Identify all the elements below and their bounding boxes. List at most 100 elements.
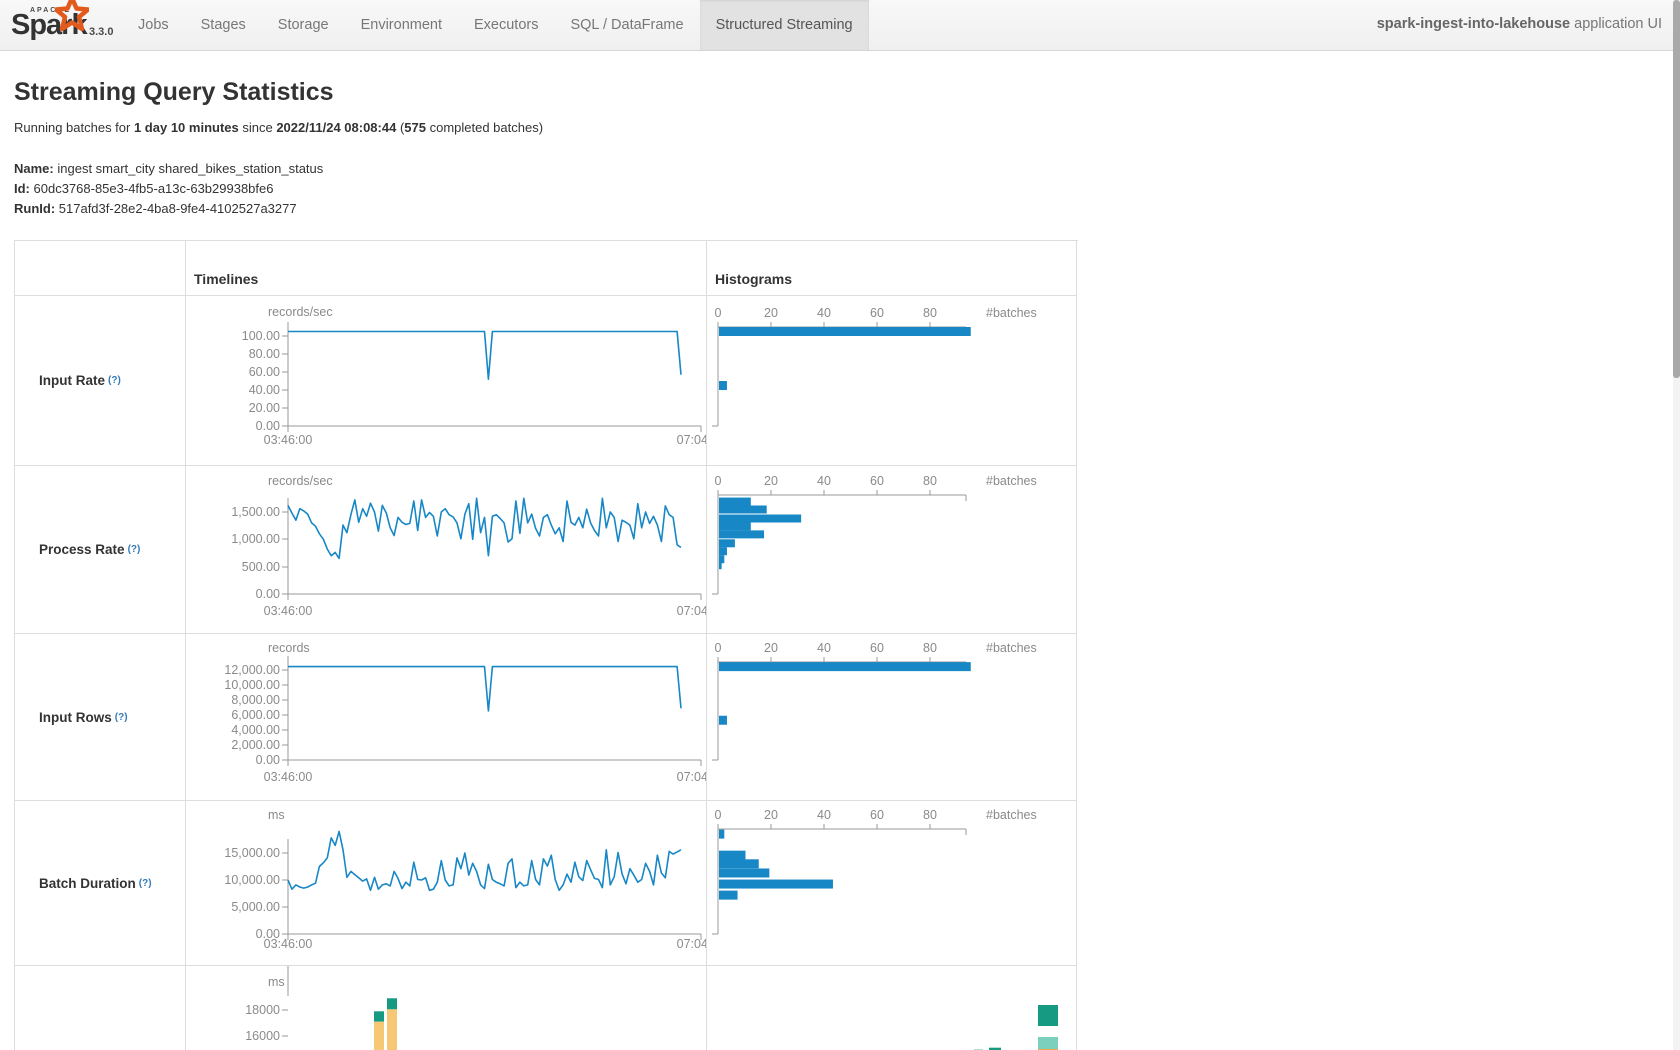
svg-text:07:04:00: 07:04:00 [677, 937, 707, 951]
page-title: Streaming Query Statistics [14, 78, 1680, 107]
tab-structured-streaming[interactable]: Structured Streaming [700, 0, 869, 50]
svg-text:07:04:00: 07:04:00 [677, 770, 707, 784]
batch-duration-histogram-chart: 020406080#batches [707, 801, 1077, 966]
operation-duration-histogram-cell [707, 966, 1077, 1050]
svg-text:03:46:00: 03:46:00 [264, 433, 313, 447]
row-label-operation-duration [15, 966, 186, 1050]
svg-text:80: 80 [923, 641, 937, 655]
operation-duration-timeline-cell: ms180001600014000 [186, 966, 707, 1050]
input-rate-histogram-cell: 020406080#batches [707, 296, 1077, 466]
svg-text:80: 80 [923, 474, 937, 488]
query-name: ingest smart_city shared_bikes_station_s… [54, 161, 324, 176]
running-duration: 1 day 10 minutes [134, 120, 239, 135]
svg-text:40: 40 [817, 306, 831, 320]
row-label-input-rate: Input Rate(?) [15, 296, 186, 466]
svg-text:16000: 16000 [245, 1029, 280, 1043]
svg-text:18000: 18000 [245, 1003, 280, 1017]
page-content: Streaming Query Statistics Running batch… [0, 78, 1680, 1050]
input-rows-help-link[interactable]: (?) [115, 712, 128, 723]
svg-text:8,000.00: 8,000.00 [231, 693, 280, 707]
scrollbar-thumb[interactable] [1673, 0, 1680, 378]
svg-text:records/sec: records/sec [268, 474, 333, 488]
svg-text:80: 80 [923, 808, 937, 822]
svg-text:6,000.00: 6,000.00 [231, 708, 280, 722]
svg-text:40: 40 [817, 808, 831, 822]
operation-duration-timeline-chart: ms180001600014000 [186, 966, 707, 1050]
batch-duration-help-link[interactable]: (?) [139, 878, 152, 889]
input-rows-label: Input Rows [39, 710, 112, 725]
svg-text:records/sec: records/sec [268, 305, 333, 319]
tab-environment[interactable]: Environment [345, 0, 458, 50]
running-batches-line: Running batches for 1 day 10 minutes sin… [14, 120, 1680, 135]
batch-duration-histogram-cell: 020406080#batches [707, 801, 1077, 966]
tab-jobs[interactable]: Jobs [122, 0, 185, 50]
svg-text:#batches: #batches [986, 641, 1037, 655]
svg-text:60: 60 [870, 808, 884, 822]
tab-stages[interactable]: Stages [185, 0, 262, 50]
completed-batches-count: 575 [404, 120, 426, 135]
svg-text:20: 20 [764, 306, 778, 320]
batch-duration-timeline-chart: ms15,000.0010,000.005,000.000.0003:46:00… [186, 801, 707, 966]
svg-text:0: 0 [715, 808, 722, 822]
svg-text:15,000.00: 15,000.00 [224, 846, 280, 860]
query-meta: Name: ingest smart_city shared_bikes_sta… [14, 159, 1680, 219]
svg-text:40: 40 [817, 474, 831, 488]
svg-text:#batches: #batches [986, 474, 1037, 488]
svg-text:12,000.00: 12,000.00 [224, 663, 280, 677]
svg-text:40.00: 40.00 [249, 383, 280, 397]
input-rate-label: Input Rate [39, 373, 105, 388]
svg-text:03:46:00: 03:46:00 [264, 937, 313, 951]
app-name: spark-ingest-into-lakehouse [1377, 16, 1570, 32]
svg-text:0: 0 [715, 474, 722, 488]
tab-storage[interactable]: Storage [262, 0, 345, 50]
svg-text:0.00: 0.00 [256, 419, 280, 433]
svg-text:07:04:00: 07:04:00 [677, 604, 707, 618]
svg-text:0: 0 [715, 641, 722, 655]
svg-text:20.00: 20.00 [249, 401, 280, 415]
input-rows-histogram-cell: 020406080#batches [707, 634, 1077, 801]
svg-text:4,000.00: 4,000.00 [231, 723, 280, 737]
input-rate-help-link[interactable]: (?) [108, 375, 121, 386]
svg-text:10,000.00: 10,000.00 [224, 678, 280, 692]
svg-text:60.00: 60.00 [249, 365, 280, 379]
query-runid-line: RunId: 517afd3f-28e2-4ba8-9fe4-4102527a3… [14, 199, 1680, 219]
svg-text:20: 20 [764, 808, 778, 822]
tab-executors[interactable]: Executors [458, 0, 554, 50]
process-rate-timeline-cell: records/sec1,500.001,000.00500.000.0003:… [186, 466, 707, 634]
svg-text:07:04:00: 07:04:00 [677, 433, 707, 447]
process-rate-help-link[interactable]: (?) [128, 544, 141, 555]
header-empty [15, 241, 186, 296]
svg-text:ms: ms [268, 975, 285, 989]
svg-text:10,000.00: 10,000.00 [224, 873, 280, 887]
svg-text:80: 80 [923, 306, 937, 320]
spark-star-icon [55, 0, 89, 33]
svg-text:5,000.00: 5,000.00 [231, 900, 280, 914]
input-rate-timeline-cell: records/sec100.0080.0060.0040.0020.000.0… [186, 296, 707, 466]
query-id-line: Id: 60dc3768-85e3-4fb5-a13c-63b29938bfe6 [14, 179, 1680, 199]
input-rate-histogram-chart: 020406080#batches [707, 296, 1077, 466]
svg-text:100.00: 100.00 [242, 329, 280, 343]
svg-text:records: records [268, 641, 310, 655]
statistics-table: Timelines Histograms Input Rate(?)record… [14, 240, 1078, 1050]
svg-text:20: 20 [764, 641, 778, 655]
svg-text:0: 0 [715, 306, 722, 320]
query-id: 60dc3768-85e3-4fb5-a13c-63b29938bfe6 [30, 181, 274, 196]
spark-logo: APACHE Spark 3.3.0 [0, 0, 122, 50]
svg-text:2,000.00: 2,000.00 [231, 738, 280, 752]
operation-duration-histogram-chart [707, 966, 1077, 1050]
svg-text:60: 60 [870, 474, 884, 488]
input-rows-timeline-chart: records 12,000.0010,000.008,000.006,000.0… [186, 634, 707, 801]
nav-tabs: JobsStagesStorageEnvironmentExecutorsSQL… [122, 0, 869, 50]
row-label-input-rows: Input Rows(?) [15, 634, 186, 801]
svg-text:0.00: 0.00 [256, 587, 280, 601]
row-label-process-rate: Process Rate(?) [15, 466, 186, 634]
app-title-suffix: application UI [1570, 16, 1662, 32]
scrollbar-track[interactable] [1673, 0, 1680, 1050]
tab-sql-dataframe[interactable]: SQL / DataFrame [554, 0, 699, 50]
header-histograms: Histograms [707, 241, 1077, 296]
header-timelines: Timelines [186, 241, 707, 296]
svg-text:03:46:00: 03:46:00 [264, 770, 313, 784]
batch-duration-label: Batch Duration [39, 876, 136, 891]
input-rows-histogram-chart: 020406080#batches [707, 634, 1077, 801]
app-title: spark-ingest-into-lakehouse application … [1377, 0, 1662, 48]
